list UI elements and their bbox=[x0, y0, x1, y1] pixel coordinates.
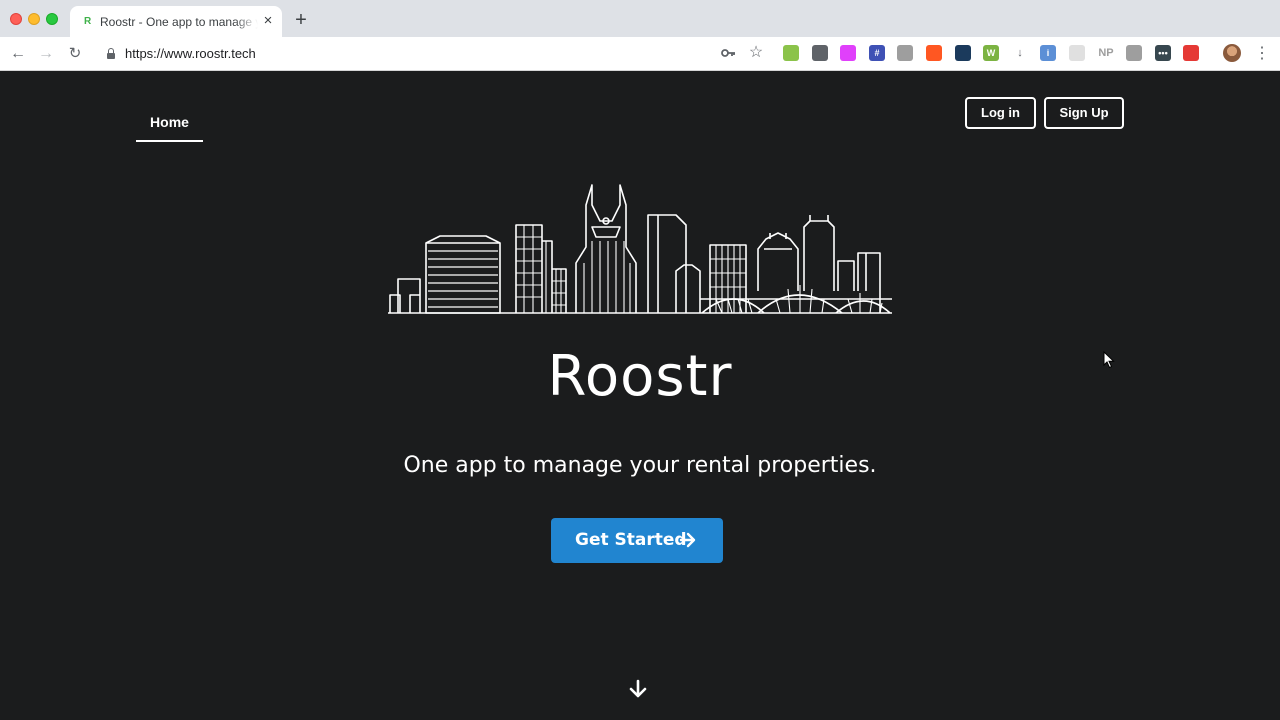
pen-icon[interactable] bbox=[1183, 45, 1199, 61]
color-wheel-icon[interactable] bbox=[926, 45, 942, 61]
bug-icon[interactable] bbox=[1126, 45, 1142, 61]
reload-button[interactable]: ↻ bbox=[65, 44, 85, 64]
brand-title: Roostr bbox=[547, 344, 733, 409]
key-icon[interactable] bbox=[719, 45, 737, 63]
city-skyline-illustration bbox=[388, 184, 892, 314]
arrow-right-icon bbox=[679, 532, 696, 548]
close-window-button[interactable] bbox=[10, 13, 22, 25]
tab-close-icon[interactable]: × bbox=[261, 13, 275, 29]
minimize-window-button[interactable] bbox=[28, 13, 40, 25]
browser-toolbar: ← → ↻ https://www.roostr.tech ☆ # W ↓ i NP ••… bbox=[0, 37, 1280, 71]
roostr-favicon-icon: R bbox=[84, 16, 92, 27]
sheets-icon[interactable] bbox=[783, 45, 799, 61]
face-icon[interactable] bbox=[1069, 45, 1085, 61]
screenshot-frame-icon[interactable] bbox=[812, 45, 828, 61]
download-icon[interactable]: ↓ bbox=[1012, 45, 1028, 61]
camera-icon[interactable] bbox=[897, 45, 913, 61]
back-button[interactable]: ← bbox=[8, 44, 28, 64]
login-button[interactable]: Log in bbox=[965, 97, 1036, 129]
react-icon[interactable] bbox=[955, 45, 971, 61]
get-started-button[interactable]: Get Started bbox=[551, 518, 723, 563]
browser-tab-bar: R Roostr - One app to manage your rental… bbox=[0, 0, 1280, 37]
signup-button[interactable]: Sign Up bbox=[1044, 97, 1124, 129]
forward-button[interactable]: → bbox=[36, 44, 56, 64]
maximize-window-button[interactable] bbox=[46, 13, 58, 25]
browser-menu-icon[interactable]: ⋮ bbox=[1254, 44, 1270, 64]
tab-title: Roostr - One app to manage your rental p… bbox=[100, 15, 258, 29]
get-started-label: Get Started bbox=[575, 530, 687, 550]
w-extension-icon[interactable]: W bbox=[983, 45, 999, 61]
scroll-down-arrow-icon[interactable] bbox=[627, 678, 649, 700]
np-icon[interactable]: NP bbox=[1098, 45, 1114, 61]
mouse-cursor-icon bbox=[1103, 351, 1115, 369]
address-bar[interactable]: https://www.roostr.tech bbox=[125, 46, 685, 62]
dark-ext-icon[interactable]: ••• bbox=[1155, 45, 1171, 61]
lock-icon[interactable] bbox=[106, 48, 116, 60]
hero-tagline: One app to manage your rental properties… bbox=[403, 453, 877, 478]
info-circle-icon[interactable]: i bbox=[1040, 45, 1056, 61]
bookmark-star-icon[interactable]: ☆ bbox=[747, 44, 765, 62]
active-tab[interactable]: R Roostr - One app to manage your rental… bbox=[70, 6, 282, 37]
gradient-icon[interactable] bbox=[840, 45, 856, 61]
nav-home-link[interactable]: Home bbox=[136, 110, 203, 142]
new-tab-button[interactable]: + bbox=[292, 10, 310, 30]
roostr-landing-page: Home Log in Sign Up Roostr One app to ma… bbox=[0, 71, 1280, 720]
profile-avatar[interactable] bbox=[1223, 44, 1241, 62]
grid-icon[interactable]: # bbox=[869, 45, 885, 61]
